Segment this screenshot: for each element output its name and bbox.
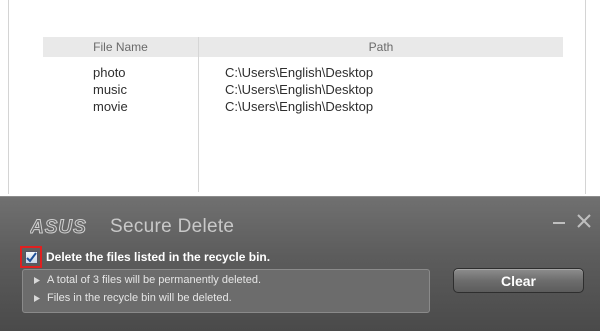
checkbox-highlight	[20, 246, 42, 268]
file-name-cell: movie	[93, 99, 128, 114]
table-row[interactable]: movie C:\Users\English\Desktop	[93, 98, 475, 115]
triangle-right-icon	[34, 294, 40, 302]
file-list-panel: File Name Path photo C:\Users\English\De…	[8, 0, 586, 194]
table-row[interactable]: music C:\Users\English\Desktop	[93, 81, 475, 98]
info-text-total: A total of 3 files will be permanently d…	[47, 274, 262, 286]
info-line: Files in the recycle bin will be deleted…	[33, 292, 232, 304]
file-path-cell: C:\Users\English\Desktop	[225, 99, 374, 114]
clear-button[interactable]: Clear	[453, 268, 584, 293]
minimize-icon[interactable]	[552, 215, 566, 229]
checkmark-icon	[25, 251, 37, 263]
file-path-cell: C:\Users\English\Desktop	[225, 65, 374, 80]
delete-files-checkbox[interactable]	[24, 250, 38, 264]
table-row[interactable]: photo C:\Users\English\Desktop	[93, 64, 475, 81]
info-text-recycle: Files in the recycle bin will be deleted…	[47, 292, 232, 304]
file-rows: photo C:\Users\English\Desktop music C:\…	[93, 64, 475, 115]
checkbox-label[interactable]: Delete the files listed in the recycle b…	[46, 250, 270, 264]
triangle-right-icon	[34, 276, 40, 284]
column-header-file-name[interactable]: File Name	[43, 37, 198, 57]
info-box: A total of 3 files will be permanently d…	[22, 269, 430, 313]
asus-logo-text: ASUS	[30, 217, 87, 237]
file-path-cell: C:\Users\English\Desktop	[225, 82, 374, 97]
asus-logo: ASUS	[30, 217, 87, 237]
file-name-cell: photo	[93, 65, 126, 80]
column-header-path[interactable]: Path	[199, 37, 563, 57]
secure-delete-dialog: ASUS Secure Delete Delete the files list…	[0, 196, 600, 331]
close-icon[interactable]	[576, 213, 592, 229]
dialog-title: Secure Delete	[110, 216, 235, 237]
file-name-cell: music	[93, 82, 127, 97]
info-line: A total of 3 files will be permanently d…	[33, 274, 261, 286]
